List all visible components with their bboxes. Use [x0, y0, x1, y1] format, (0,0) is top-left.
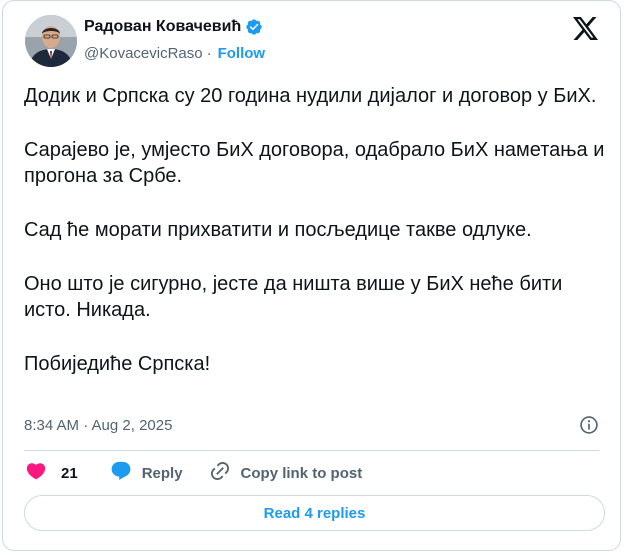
action-bar: 21 Reply Copy link to post [25, 461, 362, 485]
author-name-row: Радован Ковачевић [84, 18, 263, 36]
heart-icon [25, 460, 47, 486]
separator-dot: · [206, 45, 212, 62]
info-icon[interactable] [579, 415, 599, 435]
x-logo-icon[interactable] [573, 17, 598, 40]
tweet-paragraph: Сарајево је, умјесто БиХ договора, одабр… [24, 139, 605, 187]
reply-button[interactable]: Reply [110, 460, 183, 486]
divider [24, 450, 599, 451]
tweet-timestamp[interactable]: 8:34 AM · Aug 2, 2025 [24, 417, 172, 434]
avatar[interactable] [25, 15, 77, 67]
verified-badge-icon [245, 18, 263, 36]
reply-bubble-icon [110, 460, 132, 486]
tweet-text: Додик и Српска су 20 година нудили дијал… [24, 83, 609, 405]
copy-link-label: Copy link to post [240, 464, 363, 482]
tweet-paragraph: Побиједиће Српска! [24, 353, 211, 375]
tweet-paragraph: Сад ће морати прихватити и посљедице так… [24, 219, 532, 241]
tweet-card: Радован Ковачевић @KovacevicRaso · Follo… [2, 0, 621, 551]
author-name[interactable]: Радован Ковачевић [84, 18, 241, 36]
reply-label: Reply [141, 464, 183, 482]
link-icon [209, 460, 231, 486]
like-button[interactable]: 21 [25, 460, 78, 486]
read-replies-button[interactable]: Read 4 replies [24, 495, 605, 531]
follow-button[interactable]: Follow [218, 45, 266, 62]
author-handle-row: @KovacevicRaso · Follow [84, 45, 265, 62]
like-count: 21 [61, 464, 78, 482]
avatar-image [25, 15, 77, 67]
copy-link-button[interactable]: Copy link to post [209, 460, 363, 486]
tweet-paragraph: Додик и Српска су 20 година нудили дијал… [24, 85, 597, 107]
author-handle[interactable]: @KovacevicRaso [84, 45, 203, 62]
tweet-paragraph: Оно што је сигурно, јесте да ништа више … [24, 273, 563, 321]
